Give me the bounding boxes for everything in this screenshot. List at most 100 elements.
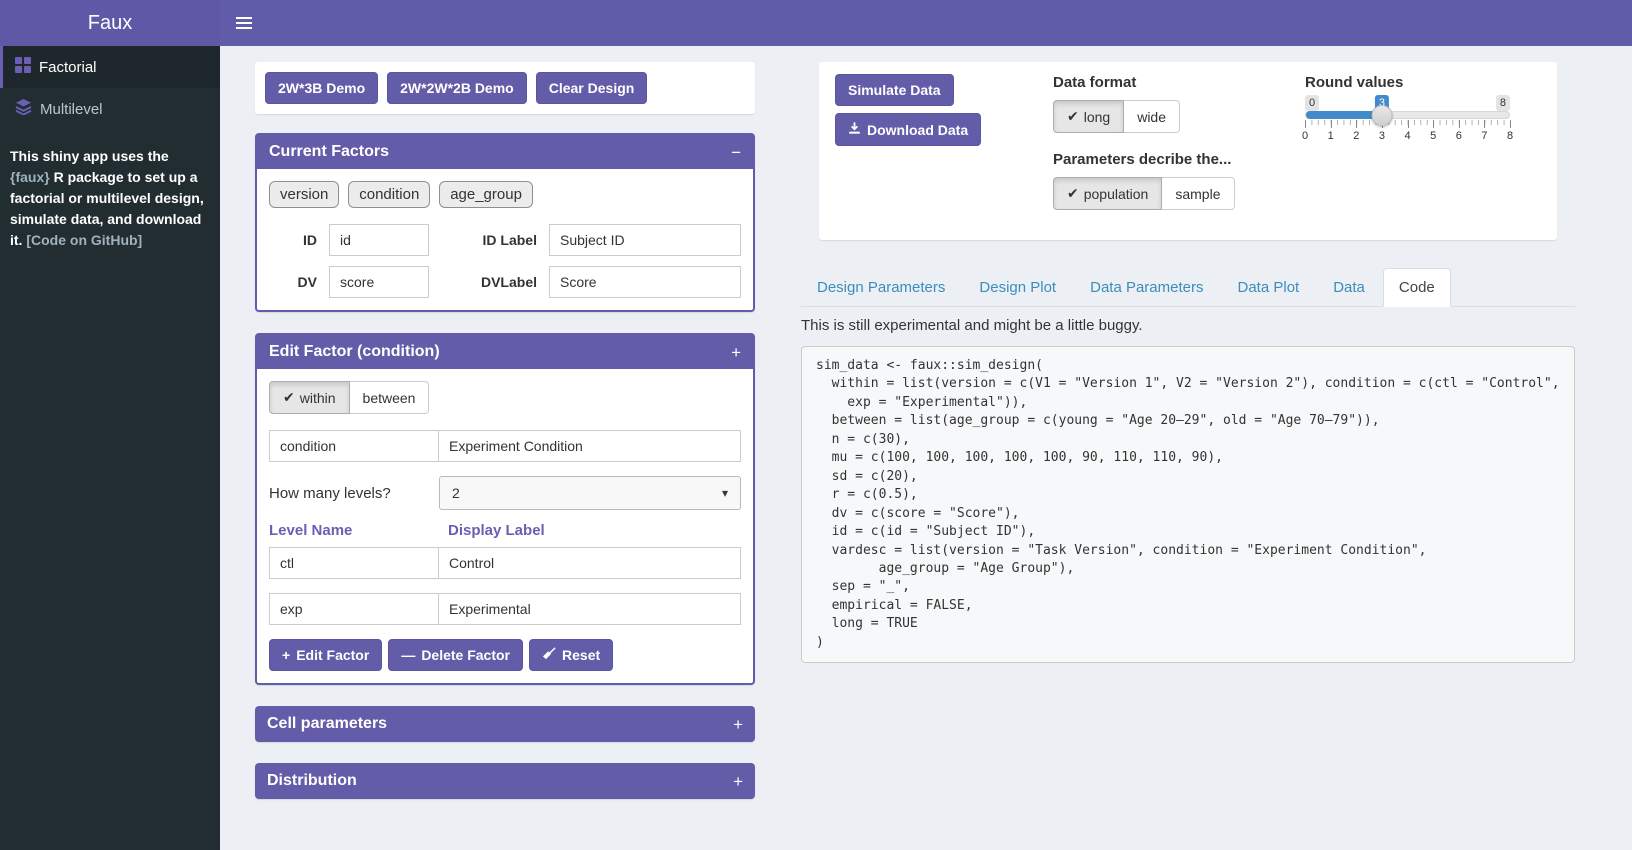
expand-icon[interactable]: +: [731, 344, 741, 361]
generated-code-block: sim_data <- faux::sim_design( within = l…: [801, 346, 1575, 663]
within-toggle-button[interactable]: ✔ within: [269, 381, 350, 414]
id-dv-form: ID ID Label DV DVLabel: [269, 224, 741, 298]
tab-design-parameters[interactable]: Design Parameters: [801, 268, 961, 307]
select-value: 2: [452, 485, 460, 501]
box-title: Current Factors: [269, 143, 389, 161]
tick-label: 4: [1404, 130, 1410, 142]
minus-icon: —: [401, 647, 415, 663]
faux-package-link[interactable]: {faux}: [10, 169, 50, 185]
id-label-label: ID Label: [441, 232, 537, 248]
dv-label-input[interactable]: [549, 266, 741, 298]
level-label-input[interactable]: [438, 593, 741, 625]
broom-icon: [542, 647, 556, 663]
edit-factor-box: Edit Factor (condition) + ✔ within betwe…: [255, 333, 755, 685]
factor-tag-condition[interactable]: condition: [348, 181, 430, 208]
factor-display-input[interactable]: [438, 430, 741, 462]
sidebar: Factorial Multilevel This shiny app uses…: [0, 46, 220, 850]
top-bar: Faux: [0, 0, 1632, 46]
chevron-down-icon: ▾: [722, 486, 728, 500]
reset-button[interactable]: Reset: [529, 639, 613, 671]
factor-tag-version[interactable]: version: [269, 181, 339, 208]
button-label: Reset: [562, 647, 600, 663]
factor-name-input[interactable]: [269, 430, 439, 462]
tick-label: 3: [1379, 130, 1385, 142]
parameters-describe-group: Parameters decribe the... ✔ population s…: [1053, 151, 1305, 210]
demo-2w2w2b-button[interactable]: 2W*2W*2B Demo: [387, 72, 527, 104]
sidebar-item-label: Multilevel: [40, 101, 103, 118]
id-label-input[interactable]: [549, 224, 741, 256]
expand-icon[interactable]: +: [733, 716, 743, 733]
box-title: Cell parameters: [267, 715, 387, 733]
tab-code[interactable]: Code: [1383, 268, 1451, 307]
button-label: Download Data: [867, 122, 968, 138]
edit-factor-button[interactable]: + Edit Factor: [269, 639, 382, 671]
simulate-data-button[interactable]: Simulate Data: [835, 74, 954, 106]
toggle-label: sample: [1175, 186, 1220, 202]
slider-max-badge: 8: [1496, 95, 1510, 111]
sample-toggle-button[interactable]: sample: [1162, 177, 1234, 210]
wide-toggle-button[interactable]: wide: [1124, 100, 1180, 133]
toggle-label: between: [363, 390, 416, 406]
tick-label: 7: [1481, 130, 1487, 142]
round-values-group: Round values 0 3 8: [1305, 74, 1541, 228]
demo-buttons-card: 2W*3B Demo 2W*2W*2B Demo Clear Design: [255, 62, 755, 114]
levels-count-row: How many levels? 2 ▾: [269, 476, 741, 510]
population-toggle-button[interactable]: ✔ population: [1053, 177, 1162, 210]
factor-action-buttons: + Edit Factor — Delete Factor: [269, 639, 741, 671]
distribution-box[interactable]: Distribution +: [255, 763, 755, 799]
slider-track[interactable]: [1305, 111, 1510, 119]
id-label: ID: [269, 232, 317, 248]
delete-factor-button[interactable]: — Delete Factor: [388, 639, 523, 671]
levels-count-select[interactable]: 2 ▾: [439, 476, 741, 510]
description-text: This shiny app uses the: [10, 148, 169, 164]
dv-input[interactable]: [329, 266, 429, 298]
collapse-icon[interactable]: −: [731, 144, 741, 161]
factor-tag-age-group[interactable]: age_group: [439, 181, 533, 208]
current-factors-box: Current Factors − version condition age_…: [255, 133, 755, 312]
tick-label: 1: [1328, 130, 1334, 142]
demo-2w3b-button[interactable]: 2W*3B Demo: [265, 72, 378, 104]
between-toggle-button[interactable]: between: [350, 381, 430, 414]
plus-icon: +: [282, 647, 290, 663]
tab-data[interactable]: Data: [1317, 268, 1381, 307]
factor-name-row: [269, 430, 741, 462]
sidebar-item-factorial[interactable]: Factorial: [0, 46, 220, 88]
slider-handle[interactable]: [1372, 105, 1393, 126]
clear-design-button[interactable]: Clear Design: [536, 72, 648, 104]
level-row: [269, 593, 741, 625]
id-input[interactable]: [329, 224, 429, 256]
tab-data-parameters[interactable]: Data Parameters: [1074, 268, 1219, 307]
level-row: [269, 547, 741, 579]
expand-icon[interactable]: +: [733, 773, 743, 790]
dv-label-label: DVLabel: [441, 274, 537, 290]
sidebar-item-multilevel[interactable]: Multilevel: [0, 88, 220, 130]
download-icon: [848, 121, 861, 138]
check-icon: ✔: [1067, 108, 1079, 125]
check-icon: ✔: [1067, 185, 1079, 202]
parameters-describe-label: Parameters decribe the...: [1053, 151, 1305, 168]
toggle-label: within: [300, 390, 336, 406]
button-label: Delete Factor: [421, 647, 510, 663]
box-title: Distribution: [267, 772, 357, 790]
level-name-input[interactable]: [269, 593, 439, 625]
edit-factor-header: Edit Factor (condition) +: [257, 335, 753, 369]
menu-icon: [236, 17, 252, 29]
tick-label: 0: [1302, 130, 1308, 142]
long-toggle-button[interactable]: ✔ long: [1053, 100, 1124, 133]
edit-factor-body: ✔ within between How many levels?: [257, 369, 753, 683]
level-name-input[interactable]: [269, 547, 439, 579]
sidebar-toggle-button[interactable]: [220, 14, 268, 32]
tab-design-plot[interactable]: Design Plot: [963, 268, 1072, 307]
design-column: 2W*3B Demo 2W*2W*2B Demo Clear Design Cu…: [255, 62, 755, 820]
app-logo[interactable]: Faux: [0, 0, 220, 46]
cell-parameters-box[interactable]: Cell parameters +: [255, 706, 755, 742]
github-code-link[interactable]: [Code on GitHub]: [26, 232, 142, 248]
navbar: [220, 0, 1632, 46]
current-factors-header: Current Factors −: [257, 135, 753, 169]
level-label-input[interactable]: [438, 547, 741, 579]
download-data-button[interactable]: Download Data: [835, 113, 981, 146]
tick-label: 8: [1507, 130, 1513, 142]
output-tabs: Design Parameters Design Plot Data Param…: [801, 268, 1575, 307]
tab-data-plot[interactable]: Data Plot: [1222, 268, 1316, 307]
tick-label: 5: [1430, 130, 1436, 142]
